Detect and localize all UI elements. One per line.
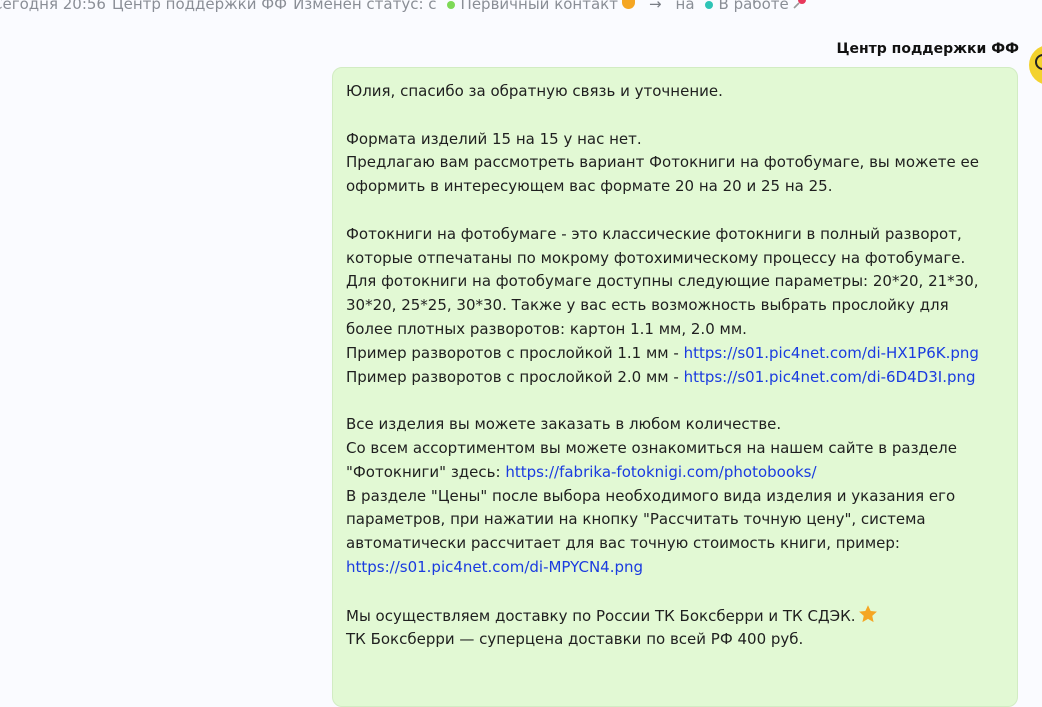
message-line: Мы осуществляем доставку по России ТК Бо… (346, 604, 1005, 629)
arrow-icon: → (648, 0, 662, 13)
message-line: "Фотокниги" здесь: https://fabrika-fotok… (346, 461, 1005, 485)
message-text: "Фотокниги" здесь: (346, 462, 506, 481)
message-line: автоматически рассчитает для вас точную … (346, 534, 900, 553)
photobooks-link[interactable]: https://fabrika-fotoknigi.com/photobooks… (505, 463, 816, 481)
example-link-2-0mm[interactable]: https://s01.pic4net.com/di-6D4D3I.png (684, 368, 976, 386)
event-actor: Центр поддержки ФФ (111, 0, 288, 13)
message-line: оформить в интересующем вас формате 20 н… (346, 177, 833, 196)
message-text: Мы осуществляем доставку по России ТК Бо… (346, 606, 856, 625)
to-status-label: В работе (718, 0, 789, 13)
message-bubble: Юлия, спасибо за обратную связь и уточне… (332, 67, 1018, 707)
message-line: Со всем ассортиментом вы можете ознакоми… (346, 438, 957, 457)
message-line: Юлия, спасибо за обратную связь и уточне… (346, 82, 723, 100)
from-status-label: Первичный контакт (460, 0, 618, 13)
message-line: 30*20, 25*25, 30*30. Также у вас есть во… (346, 296, 949, 315)
from-status: Первичный контакт (443, 0, 635, 14)
message-line: Все изделия вы можете заказать в любом к… (346, 415, 782, 434)
message-text: Пример разворотов с прослойкой 2.0 мм - (346, 367, 684, 386)
avatar-face-icon (1035, 54, 1042, 70)
event-action: Изменен статус: с (293, 0, 437, 13)
message-line: которые отпечатаны по мокрому фотохимиче… (346, 248, 966, 267)
to-status: В работе (701, 0, 807, 14)
sender-avatar[interactable] (1029, 45, 1042, 85)
message-line: В разделе "Цены" после выбора необходимо… (346, 486, 956, 505)
shield-emoji-icon (621, 0, 635, 9)
price-example-link[interactable]: https://s01.pic4net.com/di-MPYCN4.png (346, 558, 643, 576)
pushpin-emoji-icon (793, 0, 806, 9)
status-change-event: Сегодня 20:56 Центр поддержки ФФ Изменен… (0, 0, 807, 14)
message-line: Пример разворотов с прослойкой 1.1 мм - … (346, 342, 1005, 366)
message-line: параметров, при нажатии на кнопку "Рассч… (346, 510, 926, 529)
message-line: Для фотокниги на фотобумаге доступны сле… (346, 272, 979, 291)
example-link-1-1mm[interactable]: https://s01.pic4net.com/di-HX1P6K.png (684, 344, 979, 362)
sender-name: Центр поддержки ФФ (836, 41, 1019, 57)
message-line: Пример разворотов с прослойкой 2.0 мм - … (346, 366, 1005, 390)
message-line: Фотокниги на фотобумаге - это классическ… (346, 224, 962, 243)
star-emoji-icon (858, 604, 877, 622)
message-text: Пример разворотов с прослойкой 1.1 мм - (346, 343, 684, 362)
to-status-dot (704, 0, 713, 9)
event-time: Сегодня 20:56 (0, 0, 106, 13)
to-word: на (675, 0, 695, 13)
message-line: https://s01.pic4net.com/di-MPYCN4.png (346, 556, 1005, 580)
message-line: ТК Боксберри — суперцена доставки по все… (346, 630, 804, 649)
from-status-dot (446, 1, 455, 9)
message-line: Формата изделий 15 на 15 у нас нет. (346, 129, 642, 148)
message-line: Предлагаю вам рассмотреть вариант Фотокн… (346, 153, 979, 172)
message-line: более плотных разворотов: картон 1.1 мм,… (346, 319, 747, 338)
